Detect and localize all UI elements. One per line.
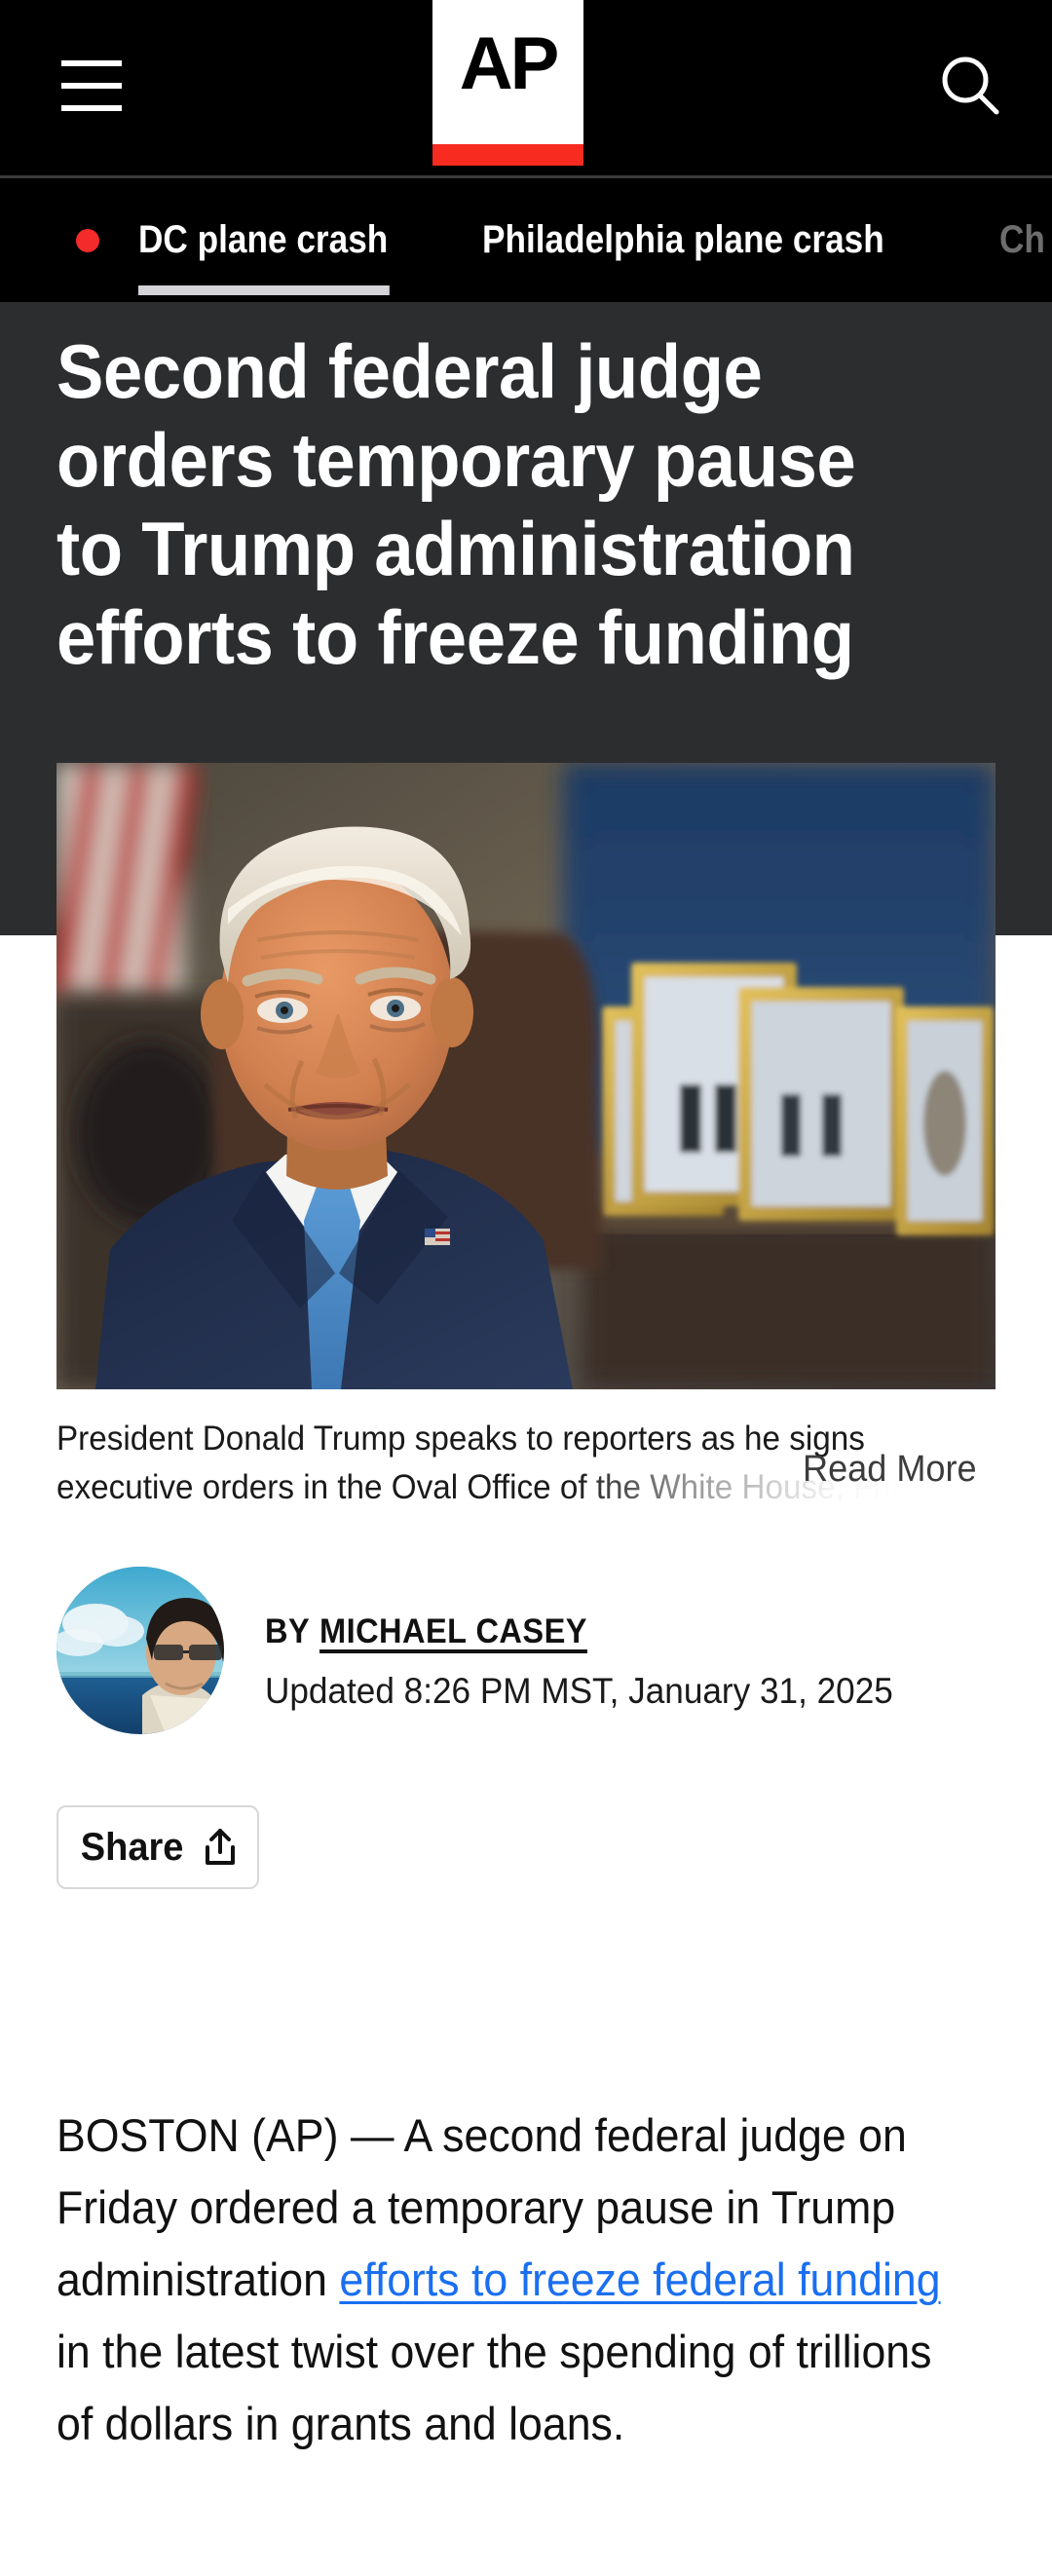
ap-logo-red-bar [432, 144, 583, 166]
body-text-part2: in the latest twist over the spending of… [56, 2326, 932, 2449]
ap-logo-text: AP [459, 22, 560, 105]
ticker-item-philadelphia-plane-crash[interactable]: Philadelphia plane crash [482, 218, 884, 262]
hamburger-bar-3 [61, 105, 122, 111]
ticker-item-third[interactable]: Ch [999, 218, 1045, 262]
breaking-news-ticker: DC plane crash Philadelphia plane crash … [0, 178, 1052, 302]
inline-link-freeze-federal-funding[interactable]: efforts to freeze federal funding [339, 2254, 940, 2305]
author-avatar [56, 1567, 224, 1734]
author-name-link[interactable]: MICHAEL CASEY [319, 1612, 587, 1651]
ticker-item-dc-plane-crash[interactable]: DC plane crash [138, 218, 391, 295]
share-button-label: Share [81, 1825, 184, 1869]
hero-image [56, 763, 996, 1389]
search-icon[interactable] [935, 51, 1005, 121]
share-button[interactable]: Share [56, 1805, 259, 1889]
hamburger-bar-1 [61, 60, 122, 66]
page-title: Second federal judge orders temporary pa… [56, 328, 856, 680]
byline-prefix: BY [265, 1612, 311, 1650]
ap-logo[interactable]: AP [432, 0, 583, 166]
body-dateline: BOSTON (AP) — [56, 2109, 404, 2161]
live-indicator-dot [76, 228, 99, 252]
share-upload-icon [203, 1828, 238, 1867]
read-more-button[interactable]: Read More [803, 1449, 977, 1491]
article-first-paragraph: BOSTON (AP) — A second federal judge on … [56, 2100, 945, 2460]
updated-timestamp: Updated 8:26 PM MST, January 31, 2025 [265, 1671, 893, 1711]
ap-news-article-page: AP DC plane crash Philadelphia plane cra… [0, 0, 1052, 2576]
site-header: AP [0, 0, 1052, 177]
hamburger-bar-2 [61, 83, 122, 89]
hamburger-menu-icon[interactable] [61, 60, 122, 111]
